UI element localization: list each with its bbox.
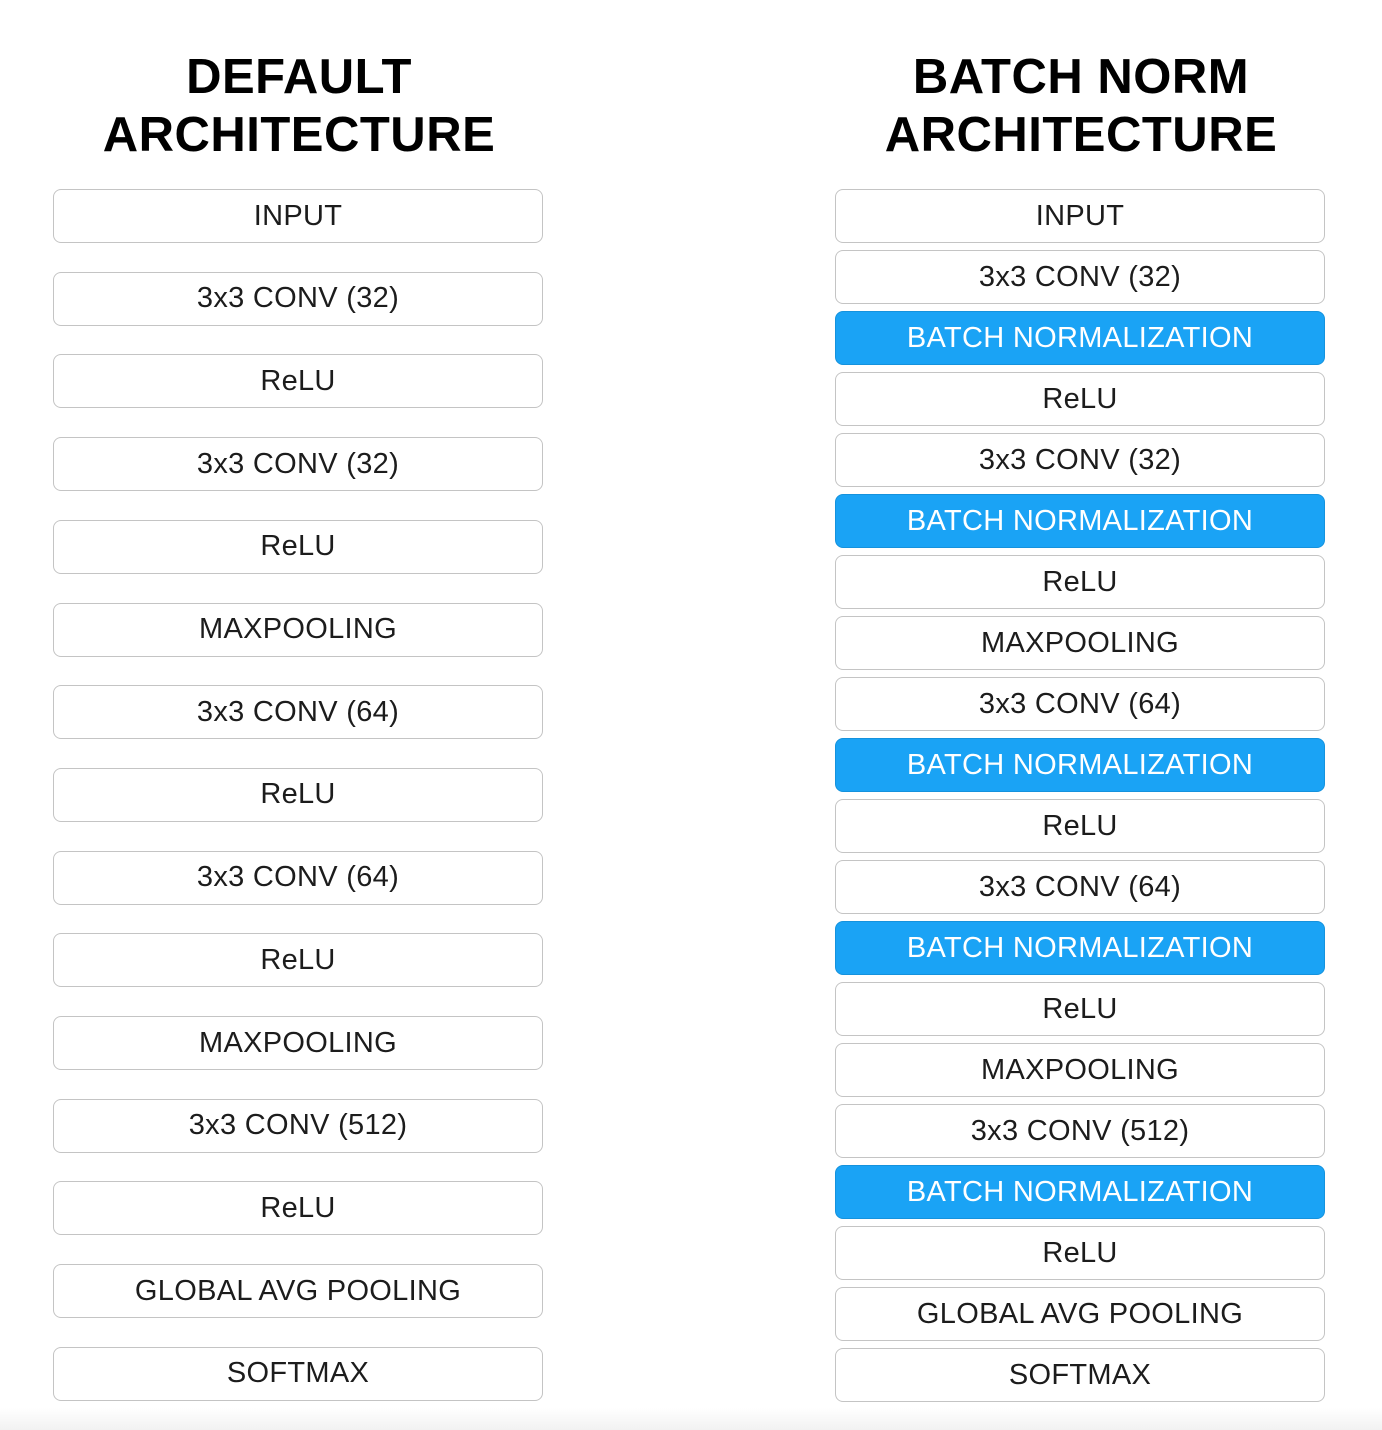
bottom-fade	[0, 1408, 1382, 1430]
layer-box: MAXPOOLING	[53, 602, 543, 657]
layer-box: INPUT	[53, 189, 543, 243]
layer-box: 3x3 CONV (512)	[53, 1098, 543, 1153]
default-architecture-title: DEFAULT ARCHITECTURE	[53, 48, 545, 164]
layer-box: 3x3 CONV (64)	[835, 860, 1325, 914]
layer-box: ReLU	[835, 555, 1325, 609]
layer-box: 3x3 CONV (32)	[835, 250, 1325, 304]
layer-box: ReLU	[835, 1226, 1325, 1280]
batch-normalization-layer: BATCH NORMALIZATION	[835, 311, 1325, 365]
layer-box: ReLU	[835, 982, 1325, 1036]
layer-box: 3x3 CONV (512)	[835, 1104, 1325, 1158]
batch-normalization-layer: BATCH NORMALIZATION	[835, 1165, 1325, 1219]
layer-box: 3x3 CONV (32)	[53, 437, 543, 492]
layer-box: SOFTMAX	[835, 1348, 1325, 1402]
layer-box: MAXPOOLING	[835, 616, 1325, 670]
batch-normalization-layer: BATCH NORMALIZATION	[835, 738, 1325, 792]
batch-norm-architecture-title: BATCH NORM ARCHITECTURE	[835, 48, 1327, 164]
batch-normalization-layer: BATCH NORMALIZATION	[835, 494, 1325, 548]
title-line: ARCHITECTURE	[102, 108, 496, 162]
layer-box: 3x3 CONV (64)	[835, 677, 1325, 731]
title-line: DEFAULT	[186, 50, 412, 104]
title-line: ARCHITECTURE	[884, 108, 1278, 162]
layer-box: 3x3 CONV (64)	[53, 850, 543, 905]
title-line: BATCH NORM	[912, 50, 1250, 104]
layer-box: ReLU	[53, 767, 543, 822]
layer-box: MAXPOOLING	[835, 1043, 1325, 1097]
layer-box: GLOBAL AVG POOLING	[53, 1264, 543, 1319]
layer-box: ReLU	[835, 799, 1325, 853]
layer-box: ReLU	[53, 519, 543, 574]
layer-box: ReLU	[53, 1181, 543, 1236]
layer-box: GLOBAL AVG POOLING	[835, 1287, 1325, 1341]
layer-box: INPUT	[835, 189, 1325, 243]
batch-normalization-layer: BATCH NORMALIZATION	[835, 921, 1325, 975]
layer-box: MAXPOOLING	[53, 1016, 543, 1070]
layer-box: ReLU	[53, 933, 543, 988]
layer-box: ReLU	[835, 372, 1325, 426]
layer-box: 3x3 CONV (32)	[835, 433, 1325, 487]
layer-box: ReLU	[53, 354, 543, 409]
layer-box: SOFTMAX	[53, 1346, 543, 1401]
layer-box: 3x3 CONV (32)	[53, 271, 543, 326]
layer-box: 3x3 CONV (64)	[53, 685, 543, 740]
